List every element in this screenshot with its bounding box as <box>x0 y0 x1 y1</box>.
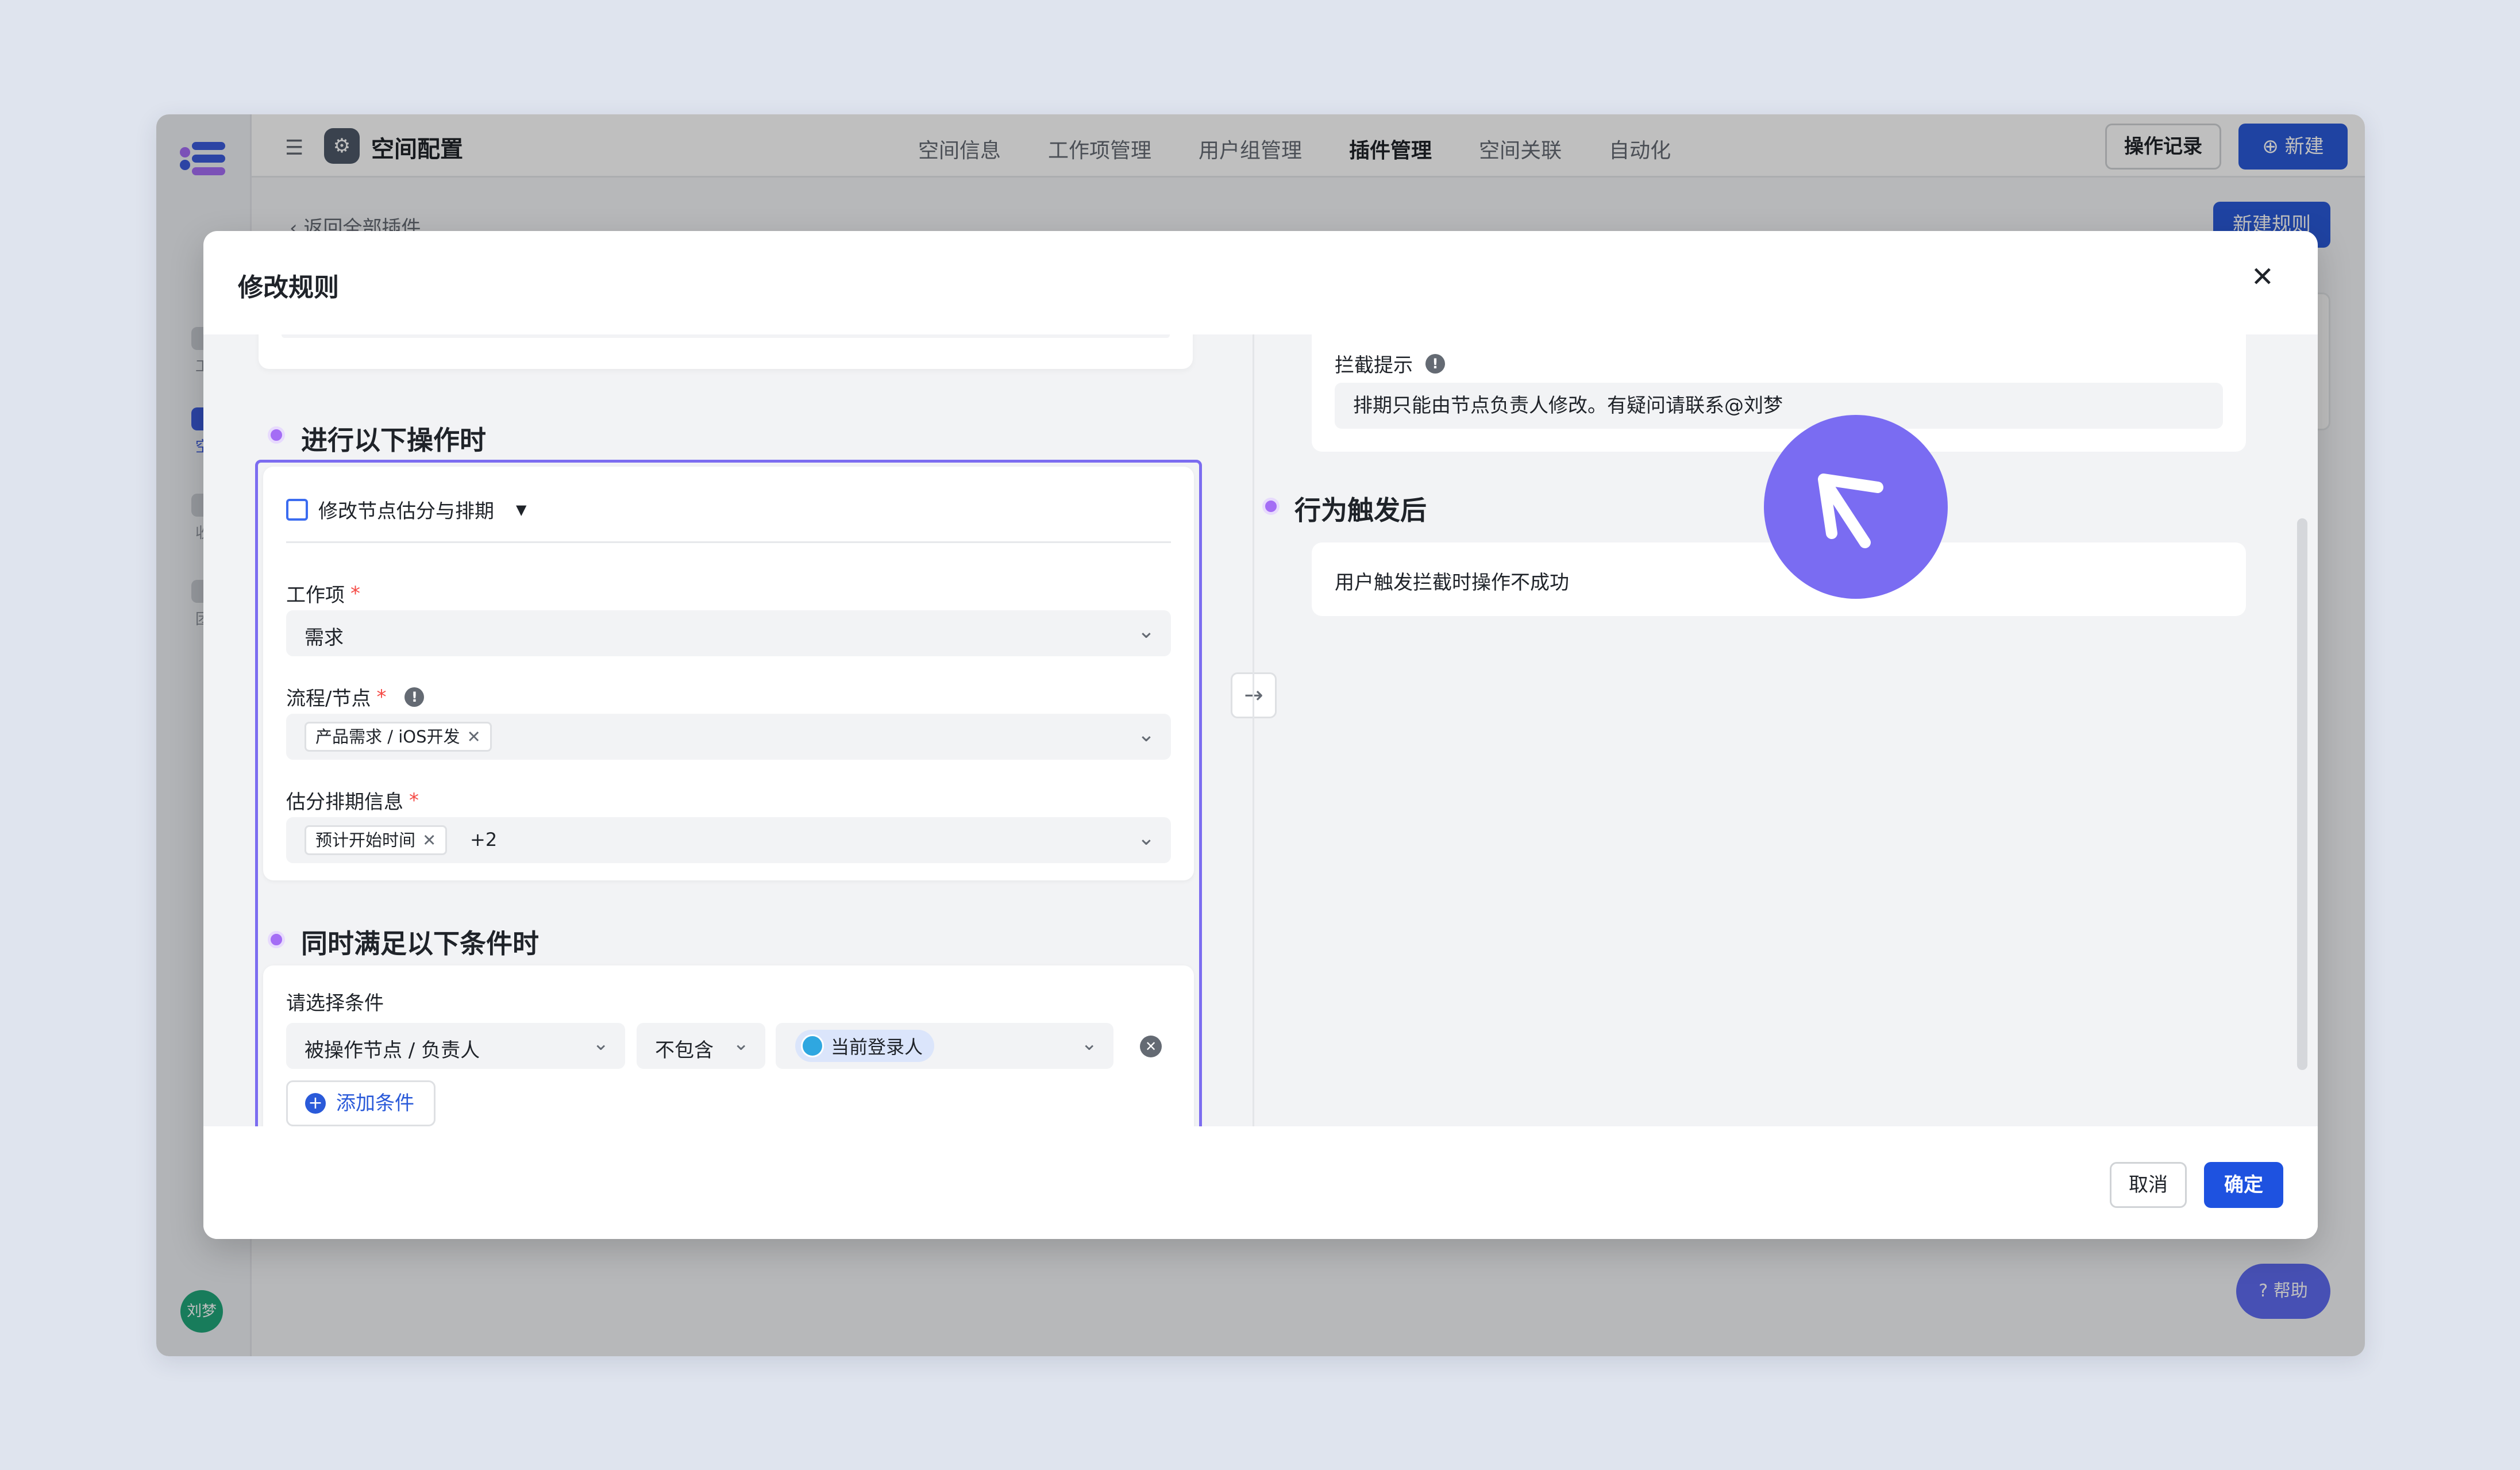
trigger-section-title: 进行以下操作时 <box>301 425 486 456</box>
divider <box>286 541 1171 543</box>
chevron-down-icon: ⌄ <box>1137 723 1155 746</box>
info-icon[interactable]: ! <box>404 687 425 707</box>
intercept-label: 拦截提示 ! <box>1335 349 1445 378</box>
condition-card: 请选择条件 被操作节点 / 负责人 ⌄ 不包含 ⌄ 当前登录人 ⌄ ✕ + 添加… <box>263 965 1194 1126</box>
tag-remove-icon[interactable]: ✕ <box>467 727 481 746</box>
user-chip: 当前登录人 <box>795 1030 935 1062</box>
step-dot <box>1262 498 1280 515</box>
chevron-down-icon: ⌄ <box>1081 1032 1098 1055</box>
condition-section-title: 同时满足以下条件时 <box>301 928 539 959</box>
estimate-tag: 预计开始时间 ✕ <box>305 825 448 855</box>
condition-value-select[interactable]: 当前登录人 ⌄ <box>776 1023 1113 1069</box>
estimate-label: 估分排期信息 * <box>286 786 419 814</box>
modal-footer: 取消 确定 <box>203 1126 2318 1239</box>
condition-operator-value: 不包含 <box>655 1039 714 1062</box>
step-dot <box>268 931 285 948</box>
close-icon[interactable]: ✕ <box>2251 263 2274 291</box>
edit-rule-modal: 修改规则 ✕ 进行以下操作时 修改节点估分与排期 ▼ 工作项 * 需求 ⌄ 流程… <box>203 231 2318 1239</box>
step-dot <box>268 426 285 444</box>
user-chip-label: 当前登录人 <box>831 1036 923 1058</box>
work-item-select[interactable]: 需求 ⌄ <box>286 610 1171 656</box>
action-card: 修改节点估分与排期 ▼ 工作项 * 需求 ⌄ 流程/节点 * ! 产品需求 / … <box>263 467 1194 880</box>
user-avatar-icon <box>801 1034 824 1057</box>
modal-title: 修改规则 <box>238 273 339 302</box>
flow-node-select[interactable]: 产品需求 / iOS开发 ✕ ⌄ <box>286 714 1171 760</box>
action-name: 修改节点估分与排期 <box>318 500 494 523</box>
estimate-select[interactable]: 预计开始时间 ✕ +2 ⌄ <box>286 817 1171 863</box>
add-condition-label: 添加条件 <box>336 1092 414 1115</box>
plus-icon: + <box>305 1093 326 1114</box>
action-selector[interactable]: 修改节点估分与排期 ▼ <box>286 495 526 524</box>
flow-node-tag: 产品需求 / iOS开发 ✕ <box>305 722 492 752</box>
modal-body: 进行以下操作时 修改节点估分与排期 ▼ 工作项 * 需求 ⌄ 流程/节点 * !… <box>203 334 2318 1126</box>
condition-field-select[interactable]: 被操作节点 / 负责人 ⌄ <box>286 1023 625 1069</box>
condition-field-value: 被操作节点 / 负责人 <box>305 1039 480 1062</box>
chevron-down-icon: ⌄ <box>1137 826 1155 850</box>
cancel-button[interactable]: 取消 <box>2110 1162 2187 1208</box>
rule-left-column: 进行以下操作时 修改节点估分与排期 ▼ 工作项 * 需求 ⌄ 流程/节点 * !… <box>203 334 1253 1126</box>
behavior-text: 用户触发拦截时操作不成功 <box>1335 571 1569 594</box>
tag-remove-icon[interactable]: ✕ <box>422 830 436 850</box>
flow-node-label: 流程/节点 * ! <box>286 683 425 711</box>
more-count: +2 <box>470 829 498 851</box>
chevron-down-icon: ⌄ <box>733 1032 750 1055</box>
caret-down-icon: ▼ <box>516 501 527 518</box>
calendar-icon <box>286 498 308 521</box>
scrollbar[interactable] <box>2297 518 2307 1070</box>
confirm-button[interactable]: 确定 <box>2204 1162 2283 1208</box>
intercept-label-text: 拦截提示 <box>1335 354 1413 377</box>
field-label-text: 流程/节点 <box>286 687 371 710</box>
work-item-value: 需求 <box>305 626 344 649</box>
remove-condition-icon[interactable]: ✕ <box>1140 1036 1162 1057</box>
cursor-arrow-icon <box>1818 474 1883 548</box>
work-item-label: 工作项 * <box>286 579 360 607</box>
info-icon[interactable]: ! <box>1425 353 1445 374</box>
tag-text: 预计开始时间 <box>315 830 416 850</box>
field-label-text: 工作项 <box>286 584 345 607</box>
tag-text: 产品需求 / iOS开发 <box>315 727 460 746</box>
condition-label: 请选择条件 <box>286 992 384 1015</box>
cursor-highlight <box>1764 415 1948 599</box>
field-label-text: 估分排期信息 <box>286 791 403 814</box>
chevron-down-icon: ⌄ <box>592 1032 610 1055</box>
previous-card <box>259 334 1193 369</box>
behavior-section-title: 行为触发后 <box>1294 495 1427 526</box>
condition-operator-select[interactable]: 不包含 ⌄ <box>637 1023 765 1069</box>
chevron-down-icon: ⌄ <box>1137 619 1155 643</box>
add-condition-button[interactable]: + 添加条件 <box>286 1080 436 1126</box>
